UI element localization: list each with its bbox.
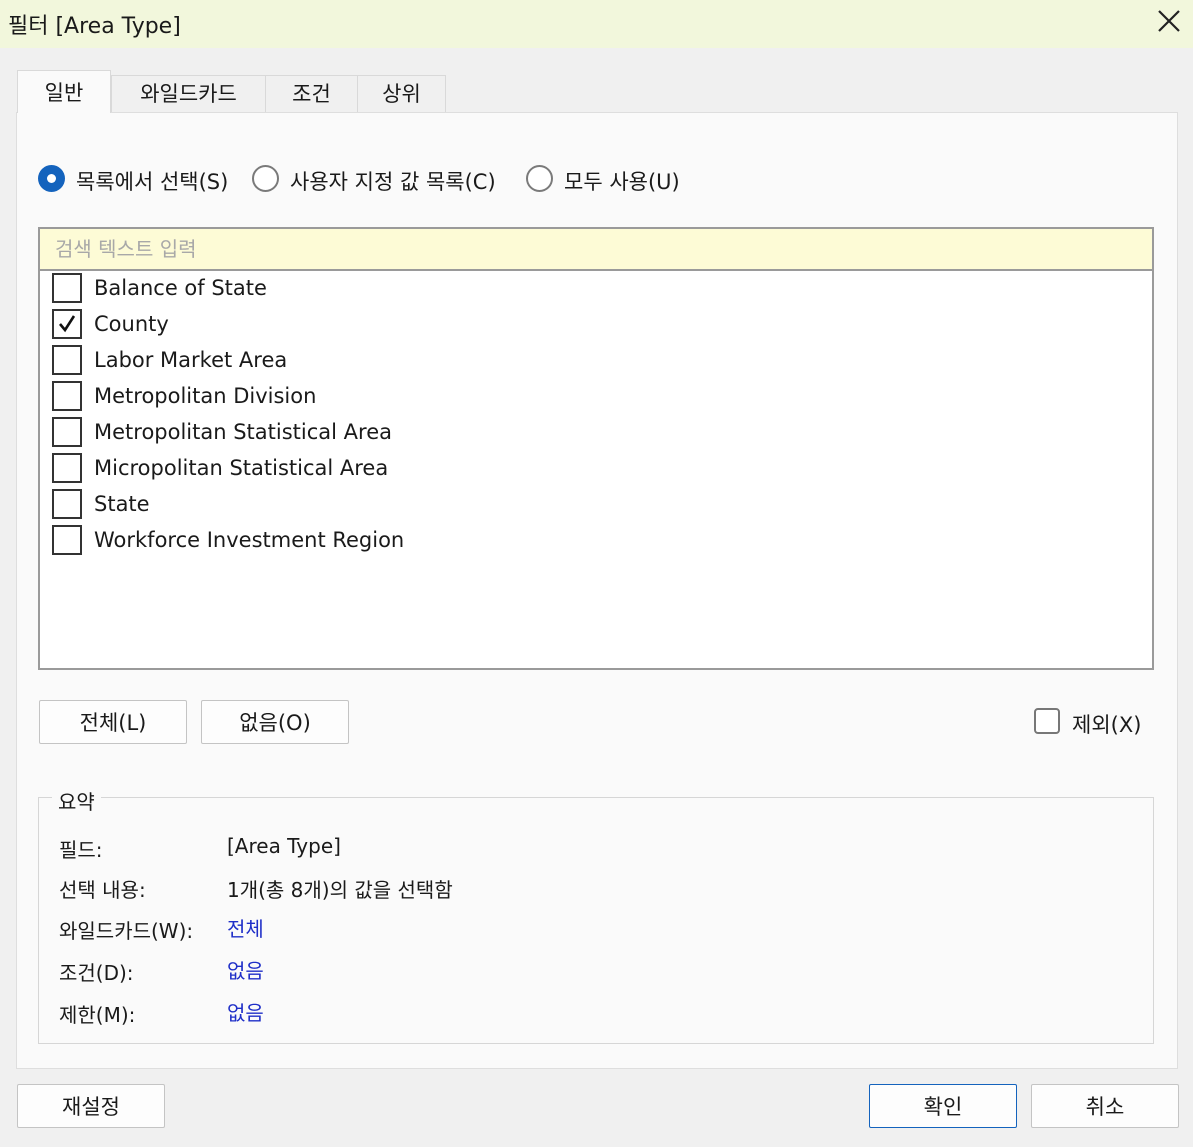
tab-top[interactable]: 상위 — [357, 75, 446, 112]
select-none-button[interactable]: 없음(O) — [201, 700, 349, 744]
summary-title: 요약 — [52, 786, 101, 815]
tab-general[interactable]: 일반 — [17, 70, 111, 113]
list-item[interactable]: Metropolitan Division — [52, 380, 1142, 414]
title-bar: 필터 [Area Type] — [0, 0, 1193, 48]
summary-field-key: 필드: — [59, 838, 103, 862]
checkbox[interactable] — [52, 309, 82, 339]
exclude-label[interactable]: 제외(X) — [1072, 709, 1141, 739]
select-all-button[interactable]: 전체(L) — [39, 700, 187, 744]
list-item-label: Balance of State — [94, 276, 267, 300]
list-item-label: Micropolitan Statistical Area — [94, 456, 389, 480]
list-item[interactable]: State — [52, 488, 1142, 522]
list-item-label: Metropolitan Statistical Area — [94, 420, 392, 444]
value-listbox[interactable]: Balance of State County Labor Market Are… — [38, 227, 1154, 670]
radio-custom-value-list[interactable] — [252, 165, 279, 192]
list-item-label: Workforce Investment Region — [94, 528, 405, 552]
summary-field-value: [Area Type] — [227, 834, 341, 858]
close-icon[interactable] — [1154, 6, 1184, 36]
summary-wildcard-link[interactable]: 전체 — [227, 913, 264, 942]
check-icon — [59, 315, 76, 333]
reset-button[interactable]: 재설정 — [17, 1084, 165, 1128]
checkbox[interactable] — [52, 273, 82, 303]
tab-wildcard[interactable]: 와일드카드 — [111, 75, 266, 112]
list-item[interactable]: County — [52, 308, 1142, 342]
summary-wildcard-key: 와일드카드(W): — [59, 919, 194, 943]
radio-label-custom-value-list[interactable]: 사용자 지정 값 목록(C) — [290, 166, 496, 196]
radio-label-use-all[interactable]: 모두 사용(U) — [564, 166, 680, 196]
summary-selection-value: 1개(총 8개)의 값을 선택함 — [227, 878, 453, 902]
checkbox[interactable] — [52, 489, 82, 519]
summary-condition-link[interactable]: 없음 — [227, 955, 264, 984]
summary-limit-key: 제한(M): — [59, 1003, 136, 1027]
list-item-label: State — [94, 492, 150, 516]
radio-use-all[interactable] — [526, 165, 553, 192]
radio-label-select-from-list[interactable]: 목록에서 선택(S) — [76, 166, 228, 196]
window-title: 필터 [Area Type] — [8, 14, 181, 39]
search-input[interactable] — [40, 229, 1152, 271]
cancel-button[interactable]: 취소 — [1031, 1084, 1179, 1128]
list-item[interactable]: Balance of State — [52, 272, 1142, 306]
summary-condition-key: 조건(D): — [59, 961, 134, 985]
exclude-checkbox[interactable] — [1034, 708, 1060, 734]
summary-group — [38, 797, 1154, 1044]
checkbox[interactable] — [52, 345, 82, 375]
ok-button[interactable]: 확인 — [869, 1084, 1017, 1128]
list-item-label: County — [94, 312, 169, 336]
checkbox[interactable] — [52, 381, 82, 411]
list-item[interactable]: Labor Market Area — [52, 344, 1142, 378]
list-item[interactable]: Workforce Investment Region — [52, 524, 1142, 558]
summary-selection-key: 선택 내용: — [59, 878, 146, 902]
list-item[interactable]: Metropolitan Statistical Area — [52, 416, 1142, 450]
list-item-label: Metropolitan Division — [94, 384, 317, 408]
tab-condition[interactable]: 조건 — [265, 75, 358, 112]
summary-limit-link[interactable]: 없음 — [227, 997, 264, 1026]
checkbox[interactable] — [52, 525, 82, 555]
list-item[interactable]: Micropolitan Statistical Area — [52, 452, 1142, 486]
checkbox[interactable] — [52, 417, 82, 447]
checkbox[interactable] — [52, 453, 82, 483]
radio-select-from-list[interactable] — [38, 165, 65, 192]
list-item-label: Labor Market Area — [94, 348, 288, 372]
